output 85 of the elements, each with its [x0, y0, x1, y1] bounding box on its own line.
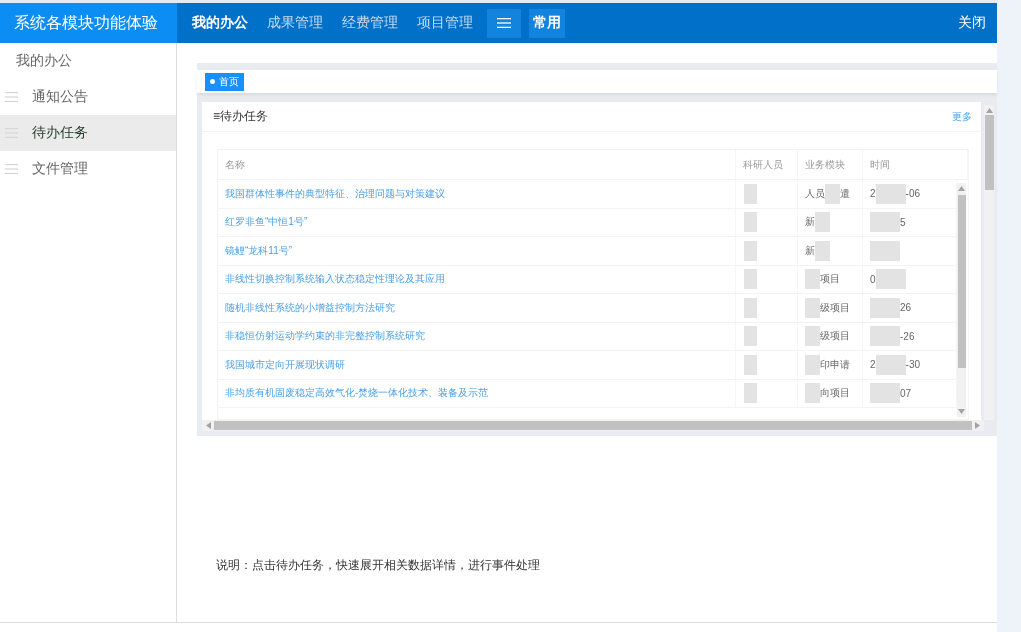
list-icon	[5, 164, 18, 174]
redaction-block	[875, 354, 906, 375]
redaction-block	[870, 212, 900, 233]
redaction-block	[875, 183, 906, 204]
redaction-block	[825, 183, 840, 204]
sidebar-item[interactable]: 文件管理	[0, 151, 176, 187]
column-header: 业务模块	[805, 157, 845, 172]
task-name-link[interactable]: 镜鲤“龙科11号”	[225, 243, 293, 258]
module-text: 项目	[820, 272, 840, 287]
time-text: 07	[900, 387, 912, 399]
redaction-block	[805, 354, 820, 375]
redaction-block	[744, 326, 757, 347]
redaction-block	[744, 383, 757, 404]
dot-icon	[210, 79, 215, 84]
redaction-block	[744, 212, 757, 233]
module-text: 新	[805, 243, 815, 258]
task-name-link[interactable]: 红罗非鱼“中恒1号”	[225, 215, 308, 230]
redaction-block	[805, 326, 820, 347]
list-icon	[5, 92, 18, 102]
task-name-link[interactable]: 非线性切换控制系统输入状态稳定性理论及其应用	[225, 272, 445, 287]
redaction-block	[744, 240, 757, 261]
column-header: 名称	[225, 157, 245, 172]
arrow-up-icon[interactable]	[985, 108, 993, 113]
menu-button[interactable]	[487, 8, 521, 38]
redaction-block	[744, 183, 757, 204]
redaction-block	[870, 326, 900, 347]
time-text: 2	[870, 359, 876, 371]
time-text: -26	[900, 330, 915, 342]
redaction-block	[805, 269, 820, 290]
nav-tab[interactable]: 项目管理	[417, 8, 473, 38]
scrollbar-thumb[interactable]	[957, 195, 966, 368]
redaction-block	[875, 269, 906, 290]
column-header: 科研人员	[743, 157, 783, 172]
time-text: 5	[900, 216, 906, 228]
redaction-block	[744, 297, 757, 318]
task-name-link[interactable]: 我国城市定向开展现状调研	[225, 357, 345, 372]
redaction-block	[870, 240, 900, 261]
task-name-link[interactable]: 非稳恒仿射运动学约束的非完整控制系统研究	[225, 329, 425, 344]
menu-icon	[497, 18, 511, 28]
module-text: 向项目	[820, 386, 850, 401]
module-text: 人员	[805, 186, 825, 201]
arrow-up-icon[interactable]	[958, 186, 965, 191]
redaction-block	[870, 383, 900, 404]
note-text: 说明：点击待办任务，快速展开相关数据详情，进行事件处理	[216, 557, 540, 574]
time-text: -06	[905, 188, 920, 200]
nav-tab[interactable]: 我的办公	[192, 8, 248, 38]
arrow-down-icon[interactable]	[958, 409, 965, 414]
app-title: 系统各模块功能体验	[0, 3, 177, 43]
module-text: 遣	[840, 186, 850, 201]
redaction-block	[744, 269, 757, 290]
page-tab[interactable]: 首页	[205, 72, 244, 91]
module-text: 印申请	[820, 357, 850, 372]
task-name-link[interactable]: 随机非线性系统的小增益控制方法研究	[225, 300, 395, 315]
scrollbar-thumb[interactable]	[214, 421, 972, 430]
redaction-block	[870, 297, 900, 318]
task-name-link[interactable]: 我国群体性事件的典型特征、治理问题与对策建议	[225, 186, 445, 201]
nav-tab[interactable]: 成果管理	[267, 8, 323, 38]
module-text: 级项目	[820, 300, 850, 315]
time-text: 2	[870, 188, 876, 200]
arrow-left-icon[interactable]	[206, 422, 211, 429]
redaction-block	[815, 240, 830, 261]
sidebar-item[interactable]: 我的办公	[0, 43, 176, 79]
sidebar-item[interactable]: 待办任务	[0, 115, 176, 151]
sidebar-item[interactable]: 通知公告	[0, 79, 176, 115]
redaction-block	[744, 354, 757, 375]
shortcut-button[interactable]: 常用	[529, 8, 565, 38]
close-button[interactable]: 关闭	[958, 14, 986, 32]
arrow-right-icon[interactable]	[975, 422, 980, 429]
scrollbar[interactable]	[984, 105, 994, 420]
scrollbar[interactable]	[202, 420, 984, 431]
nav-tab[interactable]: 经费管理	[342, 8, 398, 38]
more-link[interactable]: 更多	[952, 109, 972, 124]
scrollbar[interactable]	[957, 183, 966, 417]
task-name-link[interactable]: 非均质有机固废稳定高效气化-焚烧一体化技术、装备及示范	[225, 386, 489, 401]
time-text: -30	[905, 359, 920, 371]
time-text: 26	[900, 302, 912, 314]
redaction-block	[805, 383, 820, 404]
redaction-block	[815, 212, 830, 233]
redaction-block	[805, 297, 820, 318]
column-header: 时间	[870, 157, 890, 172]
module-text: 新	[805, 215, 815, 230]
panel-title: ≡待办任务	[213, 108, 268, 125]
scrollbar-thumb[interactable]	[984, 115, 994, 190]
module-text: 级项目	[820, 329, 850, 344]
time-text: 0	[870, 273, 876, 285]
